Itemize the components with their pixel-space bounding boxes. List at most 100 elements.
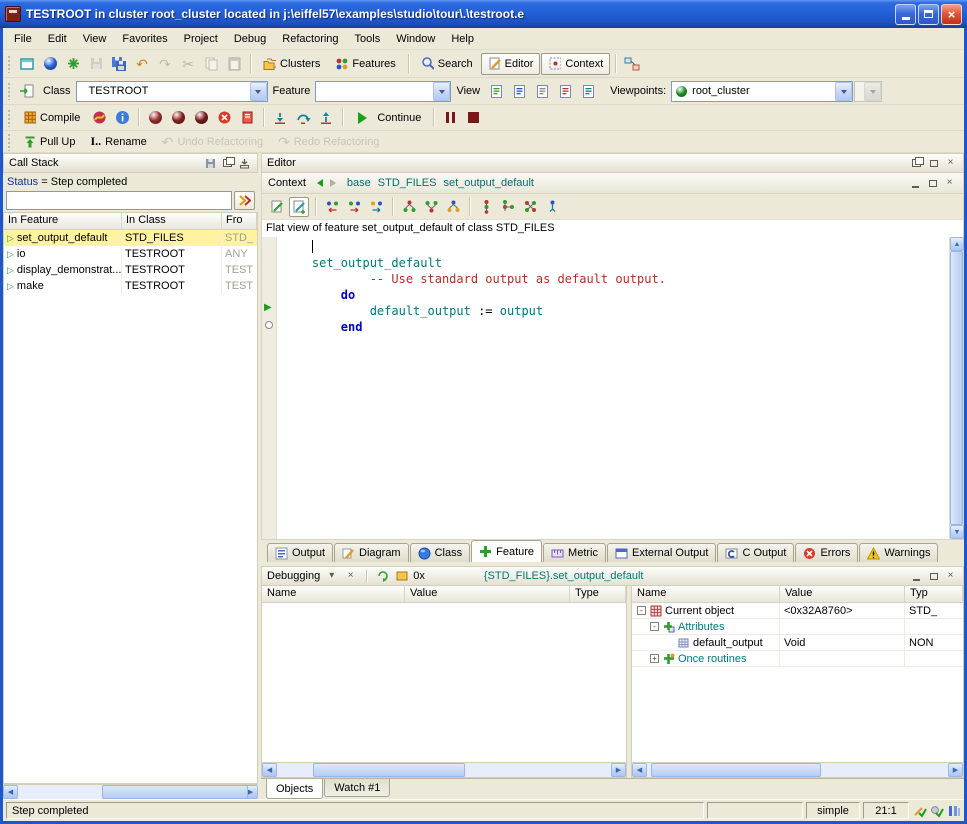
close-context-icon[interactable]: × bbox=[942, 176, 957, 190]
objects-hscrollbar[interactable]: ◀ ▶ bbox=[632, 762, 963, 777]
debugging-menu-caret-icon[interactable]: ▾ bbox=[324, 569, 339, 583]
tab-objects[interactable]: Objects bbox=[266, 779, 323, 799]
paste-icon[interactable] bbox=[223, 53, 245, 75]
maximize-editor-icon[interactable] bbox=[926, 156, 941, 170]
scroll-right-icon[interactable]: ▶ bbox=[948, 763, 963, 777]
class-combobox[interactable]: TESTROOT bbox=[76, 81, 268, 102]
scrollbar-thumb[interactable] bbox=[313, 763, 465, 777]
view-interface-icon[interactable] bbox=[577, 80, 599, 102]
scrollbar-thumb[interactable] bbox=[102, 785, 248, 799]
maximize-debug-icon[interactable] bbox=[926, 569, 941, 583]
dock-panel-icon[interactable] bbox=[237, 156, 252, 170]
breadcrumb-class[interactable]: STD_FILES bbox=[378, 177, 437, 189]
stop-icon[interactable] bbox=[462, 107, 484, 129]
scrollbar-thumb[interactable] bbox=[651, 763, 821, 777]
code-line[interactable]: default_output := output bbox=[283, 303, 949, 319]
code-area[interactable]: set_output_default -- Use standard outpu… bbox=[277, 237, 949, 539]
menu-file[interactable]: File bbox=[6, 30, 40, 48]
column-header-in-feature[interactable]: In Feature bbox=[4, 213, 122, 229]
compile-button[interactable]: Compile bbox=[16, 107, 87, 129]
refresh-objects-icon[interactable] bbox=[375, 569, 390, 583]
scrollbar-thumb[interactable] bbox=[950, 251, 963, 525]
tab-c-output[interactable]: C Output bbox=[717, 543, 794, 562]
tab-metric[interactable]: Metric bbox=[543, 543, 606, 562]
assigners-icon[interactable] bbox=[366, 197, 386, 217]
menu-refactoring[interactable]: Refactoring bbox=[274, 30, 346, 48]
view-clickable-icon[interactable] bbox=[531, 80, 553, 102]
open-project-icon[interactable] bbox=[39, 53, 61, 75]
menu-favorites[interactable]: Favorites bbox=[114, 30, 175, 48]
object-tree-row[interactable]: default_outputVoidNON bbox=[632, 635, 963, 651]
edit-feature-icon[interactable] bbox=[289, 197, 309, 217]
collapse-icon[interactable]: - bbox=[650, 622, 659, 631]
objects-column-name[interactable]: Name bbox=[632, 586, 780, 602]
editor-header[interactable]: Editor × bbox=[261, 153, 964, 173]
features-button[interactable]: Features bbox=[328, 53, 402, 75]
save-icon[interactable] bbox=[85, 53, 107, 75]
tab-external-output[interactable]: External Output bbox=[607, 543, 716, 562]
scroll-left-icon[interactable]: ◀ bbox=[262, 763, 277, 777]
editor-button[interactable]: Editor bbox=[481, 53, 541, 75]
column-header-in-class[interactable]: In Class bbox=[122, 213, 222, 229]
code-line[interactable]: do bbox=[283, 287, 949, 303]
object-tree-row[interactable]: -Current object<0x32A8760>STD_ bbox=[632, 603, 963, 619]
menu-debug[interactable]: Debug bbox=[226, 30, 274, 48]
clusters-button[interactable]: Clusters bbox=[256, 53, 327, 75]
search-button[interactable]: Search bbox=[414, 53, 480, 75]
edit-class-icon[interactable] bbox=[267, 197, 287, 217]
close-editor-icon[interactable]: × bbox=[943, 156, 958, 170]
object-tree-row[interactable]: +Once routines bbox=[632, 651, 963, 667]
precompile-icon[interactable] bbox=[236, 107, 258, 129]
info-icon[interactable] bbox=[111, 107, 133, 129]
tab-errors[interactable]: Errors bbox=[795, 543, 858, 562]
feature-combobox[interactable] bbox=[315, 81, 451, 102]
menu-window[interactable]: Window bbox=[388, 30, 443, 48]
tab-output[interactable]: Output bbox=[267, 543, 333, 562]
viewpoint-value-combobox[interactable] bbox=[854, 81, 882, 102]
code-line[interactable] bbox=[283, 239, 949, 255]
scroll-up-icon[interactable]: ▲ bbox=[950, 237, 964, 251]
minimize-context-icon[interactable] bbox=[908, 176, 923, 190]
minimize-button[interactable] bbox=[895, 4, 916, 25]
stack-depth-input[interactable] bbox=[6, 191, 232, 210]
descendants-icon[interactable] bbox=[421, 197, 441, 217]
discover-icon[interactable] bbox=[88, 107, 110, 129]
context-button[interactable]: Context bbox=[541, 53, 610, 75]
scroll-right-icon[interactable]: ▶ bbox=[611, 763, 626, 777]
diagram-tool-icon[interactable] bbox=[621, 53, 643, 75]
history-back-icon[interactable] bbox=[313, 179, 323, 187]
code-line[interactable]: end bbox=[283, 319, 949, 335]
hex-format-icon[interactable] bbox=[394, 569, 409, 583]
implementers-icon[interactable] bbox=[542, 197, 562, 217]
tab-warnings[interactable]: Warnings bbox=[859, 543, 938, 562]
breakpoint-slot-icon[interactable] bbox=[265, 321, 273, 329]
scroll-left-icon[interactable]: ◀ bbox=[3, 785, 18, 799]
debugging-header[interactable]: Debugging ▾ × 0x {STD_FILES}.set_output_… bbox=[261, 566, 964, 586]
titlebar[interactable]: TESTROOT in cluster root_cluster located… bbox=[0, 0, 967, 28]
call-stack-header[interactable]: Call Stack bbox=[3, 153, 258, 173]
menu-help[interactable]: Help bbox=[443, 30, 482, 48]
new-window-icon[interactable] bbox=[16, 53, 38, 75]
close-button[interactable]: × bbox=[941, 4, 962, 25]
step-over-icon[interactable] bbox=[292, 107, 314, 129]
save-all-icon[interactable] bbox=[108, 53, 130, 75]
tab-watch-1[interactable]: Watch #1 bbox=[324, 779, 390, 797]
menu-tools[interactable]: Tools bbox=[347, 30, 389, 48]
callees-icon[interactable] bbox=[344, 197, 364, 217]
close-debug-icon[interactable]: × bbox=[943, 569, 958, 583]
melt-session-icon[interactable] bbox=[167, 107, 189, 129]
rename-button[interactable]: I.. Rename bbox=[83, 131, 153, 153]
debugging-close-tool-icon[interactable]: × bbox=[343, 569, 358, 583]
cut-icon[interactable]: ✂ bbox=[177, 53, 199, 75]
descendant-tree-icon[interactable] bbox=[498, 197, 518, 217]
ancestors-icon[interactable] bbox=[399, 197, 419, 217]
stack-depth-apply-button[interactable] bbox=[234, 191, 255, 210]
continue-button[interactable]: Continue bbox=[348, 107, 428, 129]
callers-icon[interactable] bbox=[322, 197, 342, 217]
code-line[interactable]: set_output_default bbox=[283, 255, 949, 271]
redo-icon[interactable]: ↷ bbox=[154, 53, 176, 75]
viewpoints-combobox[interactable]: root_cluster bbox=[671, 81, 853, 102]
undo-icon[interactable]: ↶ bbox=[131, 53, 153, 75]
toolbar-grip[interactable] bbox=[7, 55, 11, 73]
cancel-compile-icon[interactable] bbox=[213, 107, 235, 129]
